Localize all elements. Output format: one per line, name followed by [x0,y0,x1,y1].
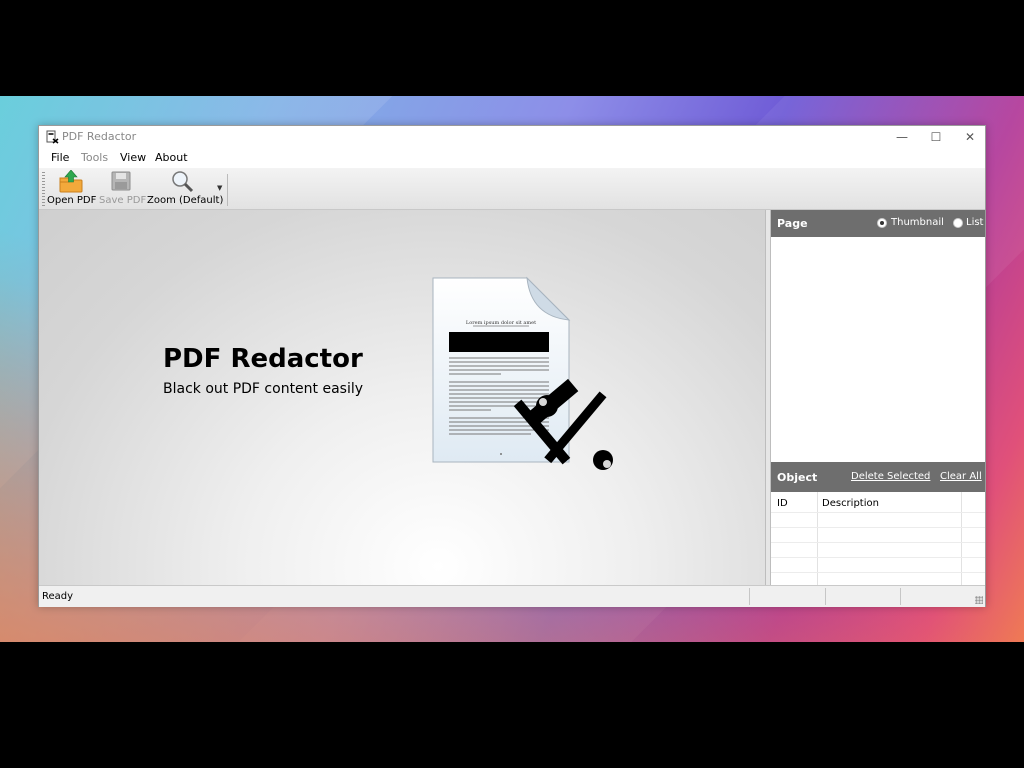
redaction-illustration: Lorem ipsum dolor sit amet [432,276,613,470]
doc-heading: Lorem ipsum dolor sit amet [466,320,536,326]
zoom-button[interactable]: Zoom (Default) [147,168,224,210]
status-separator [825,588,826,605]
thumbnail-radio[interactable] [877,218,887,228]
minimize-button[interactable]: — [885,128,919,146]
redaction-bar [449,332,549,352]
status-text: Ready [42,591,74,602]
object-table[interactable]: ID Description [771,492,985,585]
toolbar-separator [227,174,228,206]
menu-bar: File Tools View About [39,148,985,168]
resize-grip[interactable] [975,596,983,604]
page-panel-title: Page [777,217,808,230]
open-pdf-label: Open PDF [47,195,97,206]
object-panel-header: Object Delete Selected Clear All [771,462,985,492]
menu-tools[interactable]: Tools [81,151,108,164]
magnifier-icon [172,171,194,193]
object-panel-title: Object [777,471,818,484]
thumbnail-radio-label[interactable]: Thumbnail [891,217,944,228]
clear-all-link[interactable]: Clear All [940,471,982,482]
chevron-down-icon[interactable]: ▼ [217,184,222,192]
menu-view[interactable]: View [120,151,146,164]
title-bar: PDF Redactor — ☐ ✕ [39,126,985,148]
list-radio-label[interactable]: List [966,217,983,228]
row-divider [771,572,985,573]
maximize-button[interactable]: ☐ [919,128,953,146]
status-separator [749,588,750,605]
page-thumbnail-area[interactable] [771,237,985,462]
right-panel: Page Thumbnail List Object Delete Select… [771,210,985,585]
app-window: PDF Redactor — ☐ ✕ File Tools View About [38,125,986,607]
menu-file[interactable]: File [51,151,69,164]
column-header-id[interactable]: ID [777,498,788,509]
row-divider [771,542,985,543]
toolbar-grip[interactable] [42,172,45,206]
list-radio[interactable] [953,218,963,228]
close-icon: ✕ [964,130,976,144]
splash-subtitle: Black out PDF content easily [163,381,364,397]
save-pdf-label: Save PDF [99,195,147,206]
save-disk-icon [111,171,131,191]
row-divider [771,527,985,528]
maximize-icon: ☐ [930,130,942,144]
page-panel-header: Page Thumbnail List [771,210,985,237]
column-header-description[interactable]: Description [822,498,879,509]
save-pdf-button[interactable]: Save PDF [99,168,147,210]
row-divider [771,512,985,513]
status-separator [900,588,901,605]
minimize-icon: — [896,130,908,144]
zoom-label: Zoom (Default) [147,195,224,206]
delete-selected-link[interactable]: Delete Selected [851,471,930,482]
open-folder-icon [59,170,83,193]
status-bar: Ready [39,585,985,607]
window-title: PDF Redactor [62,130,137,143]
close-button[interactable]: ✕ [953,128,987,146]
splash-title: PDF Redactor [163,344,363,374]
row-divider [771,557,985,558]
toolbar: Open PDF Save PDF Zoom (Default) ▼ [39,168,985,210]
document-canvas[interactable]: PDF Redactor Black out PDF content easil… [39,210,766,585]
menu-about[interactable]: About [155,151,188,164]
screen: PDF Redactor — ☐ ✕ File Tools View About [0,0,1024,768]
open-pdf-button[interactable]: Open PDF [47,168,97,210]
app-icon [46,130,59,144]
